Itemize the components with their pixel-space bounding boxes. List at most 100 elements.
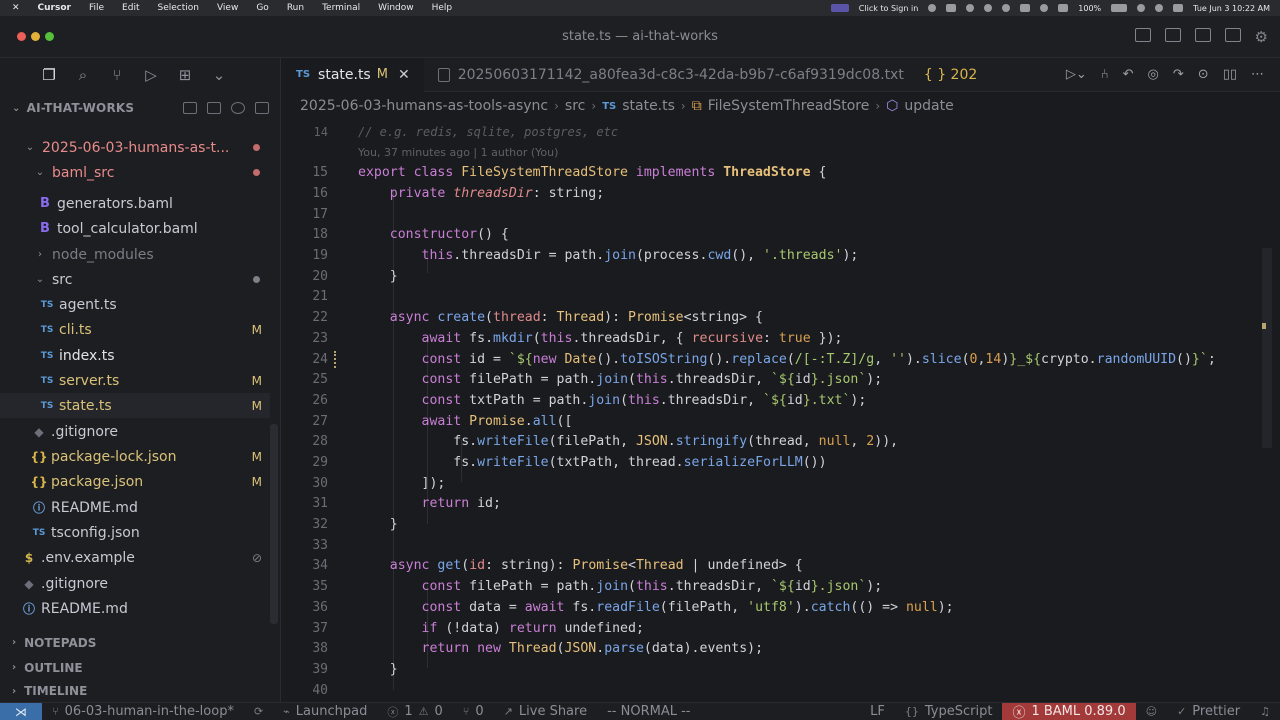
- menu-window[interactable]: Window: [378, 3, 414, 13]
- status-eol[interactable]: LF: [860, 704, 895, 719]
- status-branch[interactable]: ⑂ 06-03-human-in-the-loop*: [42, 704, 244, 719]
- toggle-secondary-sidebar-icon[interactable]: [1194, 28, 1211, 42]
- section-timeline[interactable]: › TIMELINE: [0, 680, 281, 702]
- tree-file-server-ts[interactable]: TS server.ts M: [0, 368, 270, 393]
- menu-terminal[interactable]: Terminal: [322, 3, 360, 13]
- settings-gear-icon[interactable]: ⚙: [1255, 28, 1268, 46]
- split-editor-icon[interactable]: ▯▯: [1223, 67, 1237, 82]
- status-liveshare[interactable]: ↗ Live Share: [494, 704, 597, 719]
- tree-folder-project[interactable]: ⌄ 2025-06-03-humans-as-t...: [0, 135, 270, 160]
- tree-file-cli-ts[interactable]: TS cli.ts M: [0, 317, 270, 342]
- go-back-icon[interactable]: ↶: [1123, 67, 1134, 82]
- tree-file-readme[interactable]: ⓘ README.md: [0, 495, 270, 520]
- tray-icon-3[interactable]: [966, 4, 975, 12]
- tray-icon-7[interactable]: [1040, 4, 1049, 12]
- tray-icon-1[interactable]: [928, 4, 937, 12]
- open-changes-icon[interactable]: ⊙: [1198, 67, 1209, 82]
- close-tab-icon[interactable]: ✕: [398, 67, 410, 83]
- tray-icon-6[interactable]: [1020, 4, 1031, 12]
- breadcrumb-class[interactable]: FileSystemThreadStore: [708, 98, 870, 114]
- run-debug-icon[interactable]: ▷: [142, 66, 160, 84]
- section-outline[interactable]: › OUTLINE: [0, 655, 281, 680]
- more-views-chevron-icon[interactable]: ⌄: [210, 66, 228, 84]
- git-blame-annotation[interactable]: You, 37 minutes ago | 1 author (You): [358, 146, 558, 159]
- more-actions-icon[interactable]: ⋯: [1251, 67, 1264, 82]
- customize-layout-icon[interactable]: [1224, 28, 1241, 42]
- go-forward-icon[interactable]: ↷: [1173, 67, 1184, 82]
- code-editor[interactable]: 14 // e.g. redis, sqlite, postgres, etc …: [282, 118, 1280, 702]
- git-compare-icon[interactable]: ⑃: [1101, 67, 1109, 82]
- tree-folder-node-modules[interactable]: › node_modules: [0, 242, 270, 267]
- explorer-header[interactable]: ⌄ AI-THAT-WORKS: [0, 98, 281, 118]
- extensions-icon[interactable]: ⊞: [176, 66, 194, 84]
- breadcrumb-src[interactable]: src: [565, 98, 585, 114]
- tree-file-agent-ts[interactable]: TS agent.ts: [0, 292, 270, 317]
- menu-edit[interactable]: Edit: [122, 3, 139, 13]
- tree-file-index-ts[interactable]: TS index.ts: [0, 343, 270, 368]
- tree-file-gitignore[interactable]: ◆ .gitignore: [0, 419, 270, 444]
- toggle-sidebar-icon[interactable]: [1134, 28, 1151, 42]
- new-file-icon[interactable]: [183, 102, 197, 114]
- status-ports[interactable]: ⑂ 0: [453, 704, 494, 719]
- menu-file[interactable]: File: [89, 3, 104, 13]
- source-control-icon[interactable]: ⑂: [108, 66, 126, 84]
- menu-help[interactable]: Help: [432, 3, 453, 13]
- tree-file-package-lock-json[interactable]: {} package-lock.json M: [0, 444, 270, 469]
- menu-run[interactable]: Run: [287, 3, 304, 13]
- explorer-icon[interactable]: ❐: [40, 66, 58, 84]
- collapse-all-icon[interactable]: [255, 102, 269, 114]
- screen-record-icon[interactable]: [830, 4, 849, 12]
- breadcrumb-file[interactable]: state.ts: [622, 98, 675, 114]
- menu-go[interactable]: Go: [256, 3, 268, 13]
- breadcrumb-method[interactable]: update: [904, 98, 953, 114]
- apple-menu-icon[interactable]: ✕: [12, 3, 20, 13]
- status-copilot[interactable]: ☺: [1136, 705, 1167, 718]
- tree-file-tool-calculator-baml[interactable]: B tool_calculator.baml: [0, 216, 270, 241]
- tree-file-root-gitignore[interactable]: ◆ .gitignore: [0, 571, 270, 596]
- section-notepads[interactable]: › NOTEPADS: [0, 630, 281, 655]
- clock[interactable]: Tue Jun 3 10:22 AM: [1193, 4, 1270, 13]
- tab-overflow[interactable]: { } 202: [918, 58, 983, 92]
- tree-folder-baml-src[interactable]: ⌄ baml_src: [0, 160, 270, 185]
- timeline-dot-icon[interactable]: ◎: [1148, 67, 1159, 82]
- tree-file-tsconfig-json[interactable]: TS tsconfig.json: [0, 520, 270, 545]
- tray-icon-8[interactable]: [1058, 4, 1069, 12]
- status-notifications[interactable]: ♫: [1250, 705, 1280, 718]
- tree-folder-src[interactable]: ⌄ src: [0, 267, 270, 292]
- menu-view[interactable]: View: [217, 3, 238, 13]
- menu-app[interactable]: Cursor: [38, 3, 71, 13]
- sidebar-scrollbar[interactable]: [270, 424, 278, 624]
- status-baml-error[interactable]: ⓧ 1 BAML 0.89.0: [1002, 702, 1136, 720]
- text-file-icon: [437, 67, 450, 82]
- breadcrumb-folder[interactable]: 2025-06-03-humans-as-tools-async: [300, 98, 548, 114]
- menu-selection[interactable]: Selection: [157, 3, 198, 13]
- search-icon[interactable]: [1155, 4, 1164, 12]
- tree-file-env-example[interactable]: $ .env.example ⊘: [0, 545, 270, 570]
- editor-scrollbar[interactable]: [1262, 248, 1272, 448]
- refresh-icon[interactable]: [231, 102, 245, 114]
- tree-file-root-readme[interactable]: ⓘ README.md: [0, 596, 270, 621]
- status-sync[interactable]: ⟳: [244, 705, 273, 718]
- breadcrumb: 2025-06-03-humans-as-tools-async › src ›…: [300, 96, 954, 116]
- status-problems[interactable]: ⓧ 1 ⚠ 0: [377, 704, 452, 720]
- tree-file-state-ts[interactable]: TS state.ts M: [0, 393, 270, 418]
- wifi-icon[interactable]: [1137, 4, 1146, 12]
- run-play-icon[interactable]: ▷⌄: [1066, 67, 1087, 82]
- tray-icon-4[interactable]: [984, 4, 993, 12]
- tab-thread-txt[interactable]: 20250603171142_a80fea3d-c8c3-42da-b9b7-c…: [424, 58, 918, 92]
- tray-icon-5[interactable]: [1002, 4, 1011, 12]
- control-center-icon[interactable]: [1173, 4, 1184, 12]
- toggle-panel-icon[interactable]: [1164, 28, 1181, 42]
- tab-state-ts[interactable]: TS state.ts M ✕: [282, 57, 424, 92]
- search-icon[interactable]: ⌕: [74, 66, 92, 84]
- tree-file-package-json[interactable]: {} package.json M: [0, 469, 270, 494]
- remote-indicator-icon[interactable]: ⋊: [0, 702, 42, 720]
- sign-in-status[interactable]: Click to Sign in: [859, 4, 918, 13]
- battery-icon[interactable]: [1111, 4, 1128, 12]
- status-language[interactable]: {} TypeScript: [895, 704, 1003, 719]
- new-folder-icon[interactable]: [207, 102, 221, 114]
- status-prettier[interactable]: ✓ Prettier: [1167, 704, 1250, 719]
- tray-icon-2[interactable]: [946, 4, 957, 12]
- tree-file-generators-baml[interactable]: B generators.baml: [0, 191, 270, 216]
- status-launchpad[interactable]: ⌁ Launchpad: [273, 704, 377, 719]
